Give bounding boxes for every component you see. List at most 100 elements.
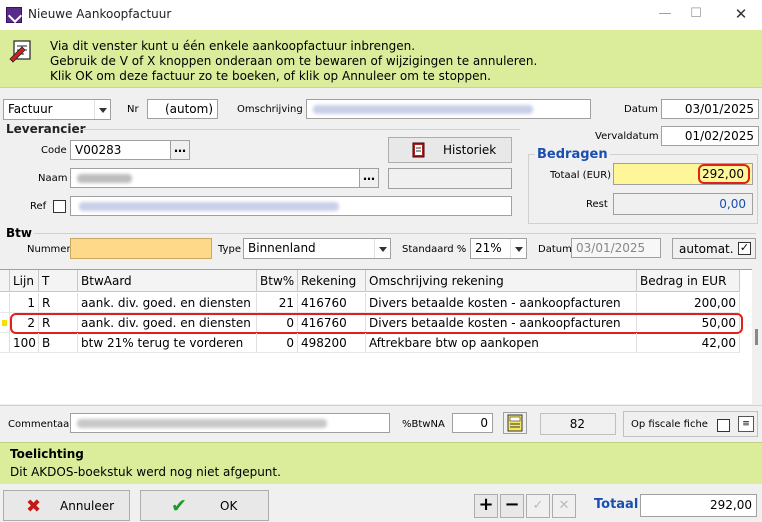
cell-btw-pct: 21 <box>257 293 298 313</box>
remove-line-button[interactable]: − <box>500 494 524 518</box>
naam-lookup-button[interactable]: … <box>359 168 379 188</box>
datum-label: Datum <box>624 104 658 115</box>
nr-label: Nr <box>127 104 139 115</box>
title-bar: Nieuwe Aankoopfactuur — ☐ ✕ <box>0 0 762 30</box>
totaal-eur-field[interactable]: 292,00 <box>613 163 753 185</box>
totaal-label: Totaal <box>594 497 639 512</box>
bedragen-title: Bedragen <box>535 147 610 162</box>
table-row[interactable]: 1 R aank. div. goed. en diensten 21 4167… <box>0 293 752 313</box>
cell-rekening: 416760 <box>298 293 366 313</box>
automat-checkbox[interactable]: ✓ <box>738 242 751 255</box>
btw-datum-field[interactable]: 03/01/2025 <box>571 238 661 258</box>
omschrijving-field[interactable] <box>306 99 591 119</box>
col-bedrag[interactable]: Bedrag in EUR <box>637 270 740 292</box>
cell-bedrag: 42,00 <box>637 333 740 353</box>
col-btw-pct[interactable]: Btw% <box>257 270 298 292</box>
leverancier-divider <box>80 129 520 130</box>
app-icon <box>6 7 22 23</box>
chevron-down-icon <box>94 100 110 119</box>
code-field[interactable]: V00283 <box>70 140 171 160</box>
btwna-label: %BtwNA <box>402 419 445 430</box>
btw-type-label: Type <box>218 244 241 255</box>
rest-label: Rest <box>586 199 608 210</box>
info-message: Via dit venster kunt u één enkele aankoo… <box>50 39 538 83</box>
standaard-label: Standaard % <box>402 244 467 255</box>
table-row[interactable]: 100 B btw 21% terug te vorderen 0 498200… <box>0 333 752 353</box>
chevron-down-icon <box>510 239 526 258</box>
nr-field[interactable]: (autom) <box>147 99 218 119</box>
doctype-select[interactable]: Factuur <box>3 99 111 120</box>
row-pointer-icon <box>0 313 10 333</box>
cell-lijn: 100 <box>10 333 39 353</box>
row-indicator-header <box>0 270 10 292</box>
vervaldatum-label: Vervaldatum <box>595 131 659 142</box>
btw-type-select[interactable]: Binnenland <box>243 238 391 259</box>
btw-nummer-label: Nummer <box>27 244 71 255</box>
info-banner: Via dit venster kunt u één enkele aankoo… <box>0 30 762 88</box>
omschrijving-label: Omschrijving <box>237 104 303 115</box>
fiscale-fiche-group: Op fiscale fiche ≡ <box>623 411 758 437</box>
selected-row-highlight <box>10 313 743 334</box>
cell-btw-pct: 0 <box>257 333 298 353</box>
totaal-eur-label: Totaal (EUR) <box>550 170 612 181</box>
ref-label: Ref <box>30 201 47 212</box>
cell-t: B <box>39 333 78 353</box>
checkmark-icon: ✔ <box>171 495 187 517</box>
cell-omschrijving: Divers betaalde kosten - aankoopfacturen <box>366 293 637 313</box>
btw-divider <box>34 233 756 234</box>
col-lijn[interactable]: Lijn <box>10 270 39 292</box>
annuleer-button[interactable]: ✖ Annuleer <box>3 490 130 521</box>
cell-rekening: 498200 <box>298 333 366 353</box>
col-btwaard[interactable]: BtwAard <box>78 270 257 292</box>
ok-button[interactable]: ✔ OK <box>140 490 269 521</box>
calculator-button[interactable] <box>503 412 527 434</box>
naam-extra-field <box>388 168 512 189</box>
cell-btwaard: btw 21% terug te vorderen <box>78 333 257 353</box>
datum-field[interactable]: 03/01/2025 <box>661 99 759 119</box>
minimize-icon[interactable]: — <box>652 4 678 24</box>
cell-bedrag: 200,00 <box>637 293 740 313</box>
toelichting-panel: Toelichting Dit AKDOS-boekstuk werd nog … <box>0 442 762 484</box>
btw-nummer-field[interactable] <box>70 238 212 259</box>
leverancier-title: Leverancier <box>6 122 86 136</box>
naam-field[interactable] <box>70 168 360 188</box>
add-line-button[interactable]: + <box>474 494 498 518</box>
col-rekening[interactable]: Rekening <box>298 270 366 292</box>
automat-toggle[interactable]: automat. ✓ <box>672 238 756 259</box>
naam-label: Naam <box>38 173 68 184</box>
commentaar-field[interactable] <box>70 413 390 433</box>
col-t[interactable]: T <box>39 270 78 292</box>
cancel-line-icon[interactable]: ✕ <box>552 494 576 518</box>
ref-checkbox[interactable] <box>53 200 66 213</box>
scrollbar-thumb[interactable] <box>755 329 758 345</box>
cell-btwaard: aank. div. goed. en diensten <box>78 293 257 313</box>
count-display: 82 <box>540 413 616 435</box>
confirm-line-icon[interactable]: ✓ <box>526 494 550 518</box>
vervaldatum-field[interactable]: 01/02/2025 <box>661 126 759 146</box>
window-title: Nieuwe Aankoopfactuur <box>28 7 172 21</box>
toelichting-title: Toelichting <box>10 447 84 461</box>
maximize-icon[interactable]: ☐ <box>683 4 709 24</box>
rest-field: 0,00 <box>613 193 753 215</box>
close-icon[interactable]: ✕ <box>728 4 754 24</box>
standaard-select[interactable]: 21% <box>470 238 527 259</box>
totaal-eur-value: 292,00 <box>698 164 750 184</box>
ref-field[interactable] <box>70 196 512 216</box>
totaal-field: 292,00 <box>640 494 757 517</box>
btwna-field[interactable]: 0 <box>452 413 493 433</box>
historiek-button[interactable]: Historiek <box>388 137 512 163</box>
fiscale-fiche-checkbox[interactable] <box>717 419 730 432</box>
expand-icon[interactable]: ≡ <box>738 416 754 432</box>
cell-omschrijving: Aftrekbare btw op aankopen <box>366 333 637 353</box>
code-lookup-button[interactable]: … <box>170 140 190 160</box>
book-icon <box>412 142 425 158</box>
table-scrollbar[interactable] <box>752 269 762 404</box>
cell-t: R <box>39 293 78 313</box>
calculator-icon <box>507 414 523 432</box>
chevron-down-icon <box>374 239 390 258</box>
cell-lijn: 1 <box>10 293 39 313</box>
booking-lines-table: Lijn T BtwAard Btw% Rekening Omschrijvin… <box>0 269 752 404</box>
toelichting-text: Dit AKDOS-boekstuk werd nog niet afgepun… <box>10 465 281 479</box>
col-omschrijving[interactable]: Omschrijving rekening <box>366 270 637 292</box>
btw-datum-label: Datum <box>538 244 572 255</box>
